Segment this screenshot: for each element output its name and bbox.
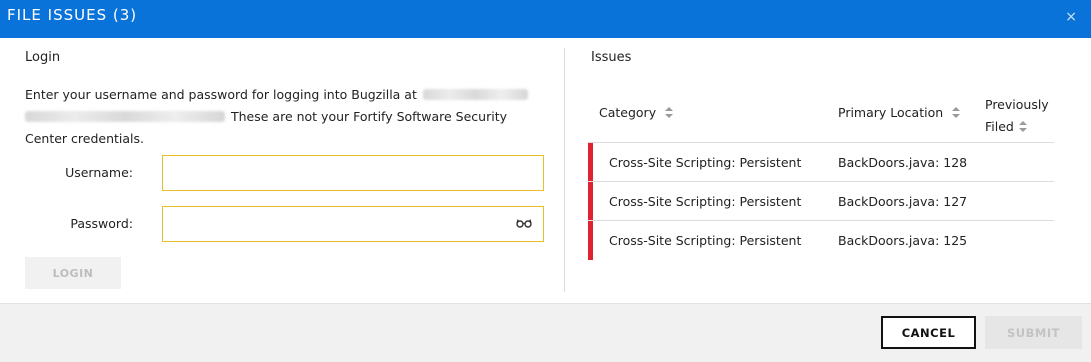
issue-category: Cross-Site Scripting: Persistent: [609, 155, 802, 170]
column-header-primary-location[interactable]: Primary Location: [838, 105, 961, 121]
password-label: Password:: [70, 216, 133, 231]
login-heading: Login: [25, 50, 61, 65]
issue-location: BackDoors.java: 128: [838, 155, 968, 170]
severity-indicator: [588, 143, 593, 181]
password-field-wrapper: [162, 206, 544, 242]
column-header-previously-filed[interactable]: Previously Filed: [985, 94, 1049, 139]
dialog-title: FILE ISSUES (3): [7, 6, 138, 24]
login-instructions: Enter your username and password for log…: [25, 84, 545, 150]
close-icon[interactable]: ×: [1065, 9, 1077, 25]
password-input[interactable]: [163, 207, 543, 241]
glasses-icon[interactable]: [516, 217, 532, 231]
username-field-wrapper: [162, 155, 544, 191]
username-input[interactable]: [163, 156, 543, 190]
column-header-previously-line2: Filed: [985, 116, 1049, 139]
username-label: Username:: [65, 165, 133, 180]
intro-text-1: Enter your username and password for log…: [25, 87, 417, 102]
table-row[interactable]: Cross-Site Scripting: Persistent BackDoo…: [588, 143, 1054, 182]
dialog-footer: CANCEL SUBMIT: [0, 303, 1091, 362]
sort-icon[interactable]: [1018, 117, 1027, 139]
column-header-category[interactable]: Category: [599, 105, 674, 121]
table-row[interactable]: Cross-Site Scripting: Persistent BackDoo…: [588, 221, 1054, 260]
glasses-icon-svg: [516, 219, 532, 228]
dialog-titlebar: FILE ISSUES (3) ×: [0, 0, 1091, 38]
issue-category: Cross-Site Scripting: Persistent: [609, 233, 802, 248]
table-row[interactable]: Cross-Site Scripting: Persistent BackDoo…: [588, 182, 1054, 221]
issues-heading: Issues: [591, 50, 632, 65]
severity-indicator: [588, 182, 593, 220]
issue-location: BackDoors.java: 125: [838, 233, 968, 248]
issue-category: Cross-Site Scripting: Persistent: [609, 194, 802, 209]
redacted-url: [422, 89, 528, 100]
column-header-category-label: Category: [599, 105, 657, 120]
redacted-url-continued: [25, 111, 225, 122]
severity-indicator: [588, 221, 593, 260]
login-button[interactable]: LOGIN: [25, 257, 121, 289]
section-divider: [564, 48, 565, 292]
column-header-previously-line1: Previously: [985, 97, 1049, 112]
sort-icon[interactable]: [665, 106, 674, 121]
issue-location: BackDoors.java: 127: [838, 194, 968, 209]
column-header-location-label: Primary Location: [838, 105, 944, 120]
submit-button[interactable]: SUBMIT: [985, 316, 1082, 349]
sort-icon[interactable]: [952, 106, 961, 121]
cancel-button[interactable]: CANCEL: [881, 316, 976, 349]
